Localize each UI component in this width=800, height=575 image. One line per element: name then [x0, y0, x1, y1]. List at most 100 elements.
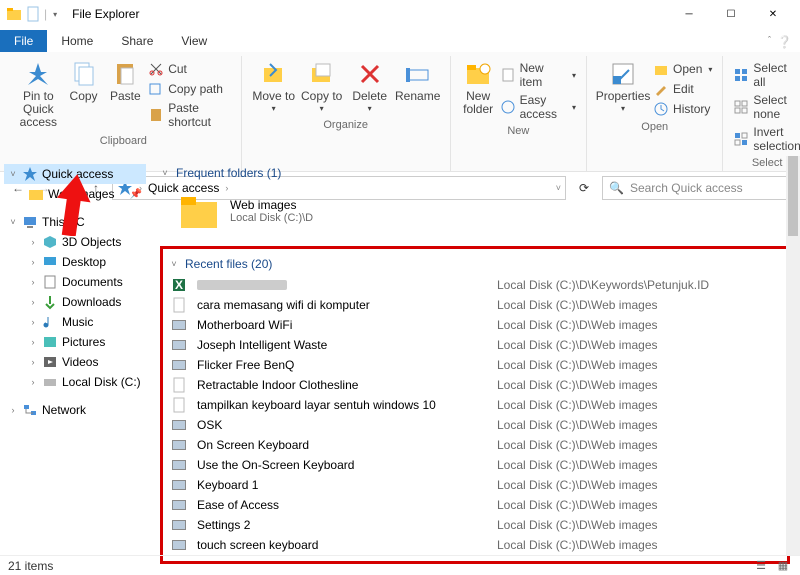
chevron-right-icon: ›: [28, 297, 38, 307]
sidebar-documents[interactable]: ›Documents: [4, 272, 146, 292]
recent-file-row[interactable]: Use the On-Screen KeyboardLocal Disk (C:…: [169, 455, 781, 475]
close-button[interactable]: ✕: [752, 0, 794, 28]
file-name: Ease of Access: [197, 498, 487, 512]
recent-file-row[interactable]: cara memasang wifi di komputerLocal Disk…: [169, 295, 781, 315]
help-icon[interactable]: ❔: [777, 35, 792, 49]
group-organize: Move to▾ Copy to▾ Delete▾ Rename Organiz…: [242, 56, 451, 171]
copy-path-icon: [148, 81, 164, 97]
properties-button[interactable]: Properties▾: [595, 58, 651, 116]
sidebar-pictures[interactable]: ›Pictures: [4, 332, 146, 352]
file-path: Local Disk (C:)\D\Web images: [497, 318, 658, 332]
downloads-icon: [42, 294, 58, 310]
new-folder-button[interactable]: New folder: [459, 58, 498, 118]
file-icon: [171, 517, 187, 533]
delete-button[interactable]: Delete▾: [346, 58, 394, 116]
details-view-button[interactable]: ☰: [752, 558, 770, 574]
network-icon: [22, 402, 38, 418]
recent-files-highlight: ˅ Recent files (20) XLocal Disk (C:)\D\K…: [160, 246, 790, 564]
easy-access-button[interactable]: Easy access▾: [498, 92, 578, 122]
paste-button[interactable]: Paste: [104, 58, 146, 105]
open-button[interactable]: Open▾: [651, 60, 714, 78]
item-count: 21 items: [8, 559, 53, 573]
sidebar-desktop[interactable]: ›Desktop: [4, 252, 146, 272]
doc-icon[interactable]: [25, 6, 41, 22]
pin-icon: 📌: [130, 189, 142, 200]
recent-file-row[interactable]: Motherboard WiFi Local Disk (C:)\D\Web im…: [169, 315, 781, 335]
recent-file-row[interactable]: touch screen keyboardLocal Disk (C:)\D\W…: [169, 535, 781, 555]
sidebar-videos[interactable]: ›Videos: [4, 352, 146, 372]
file-name: cara memasang wifi di komputer: [197, 298, 487, 312]
copy-button[interactable]: Copy: [63, 58, 105, 105]
tab-home[interactable]: Home: [47, 30, 107, 52]
sidebar-this-pc[interactable]: ˅This PC: [4, 212, 146, 232]
select-all-button[interactable]: Select all: [731, 60, 800, 90]
select-none-button[interactable]: Select none: [731, 92, 800, 122]
move-to-button[interactable]: Move to▾: [250, 58, 298, 116]
group-clipboard: Pin to Quick access Copy Paste Cut Copy …: [6, 56, 242, 171]
icons-view-button[interactable]: ▦: [774, 558, 792, 574]
chevron-down-icon: ˅: [8, 169, 18, 179]
delete-icon: [356, 60, 384, 88]
sidebar-network[interactable]: ›Network: [4, 400, 146, 420]
scrollbar[interactable]: [786, 156, 800, 555]
tab-share[interactable]: Share: [107, 30, 167, 52]
paste-icon: [111, 60, 139, 88]
frequent-folder-item[interactable]: Web images Local Disk (C:)\D: [160, 188, 790, 246]
recent-file-row[interactable]: Ease of AccessLocal Disk (C:)\D\Web imag…: [169, 495, 781, 515]
file-icon: [171, 377, 187, 393]
sidebar-quick-access[interactable]: ˅Quick access: [4, 164, 146, 184]
file-path: Local Disk (C:)\D\Web images: [497, 398, 658, 412]
folder-icon: [28, 186, 44, 202]
file-name: Motherboard WiFi: [197, 318, 487, 332]
edit-icon: [653, 81, 669, 97]
minimize-button[interactable]: ─: [668, 0, 710, 28]
recent-file-row[interactable]: On Screen KeyboardLocal Disk (C:)\D\Web …: [169, 435, 781, 455]
folder-path: Local Disk (C:)\D: [230, 212, 313, 224]
sidebar-downloads[interactable]: ›Downloads: [4, 292, 146, 312]
recent-file-row[interactable]: XLocal Disk (C:)\D\Keywords\Petunjuk.ID: [169, 275, 781, 295]
file-path: Local Disk (C:)\D\Web images: [497, 518, 658, 532]
recent-file-row[interactable]: OSKLocal Disk (C:)\D\Web images: [169, 415, 781, 435]
new-item-button[interactable]: New item▾: [498, 60, 578, 90]
copy-to-icon: [308, 60, 336, 88]
recent-file-row[interactable]: Joseph Intelligent WasteLocal Disk (C:)\…: [169, 335, 781, 355]
copy-path-button[interactable]: Copy path: [146, 80, 232, 98]
statusbar: 21 items ☰ ▦: [0, 555, 800, 575]
edit-button[interactable]: Edit: [651, 80, 714, 98]
titlebar: | ▾ File Explorer ─ ☐ ✕: [0, 0, 800, 28]
cut-icon: [148, 61, 164, 77]
app-icon: [6, 6, 22, 22]
sidebar-music[interactable]: ›Music: [4, 312, 146, 332]
properties-icon: [609, 60, 637, 88]
sidebar: ˅Quick access Web images📌 ˅This PC ›3D O…: [0, 156, 150, 555]
rename-button[interactable]: Rename: [394, 58, 442, 105]
pin-quick-access-button[interactable]: Pin to Quick access: [14, 58, 63, 132]
invert-selection-button[interactable]: Invert selection: [731, 124, 800, 154]
tab-view[interactable]: View: [167, 30, 221, 52]
sidebar-3d-objects[interactable]: ›3D Objects: [4, 232, 146, 252]
frequent-folders-header[interactable]: ˅ Frequent folders (1): [160, 164, 790, 188]
music-icon: [42, 314, 58, 330]
recent-file-row[interactable]: Flicker Free BenQLocal Disk (C:)\D\Web i…: [169, 355, 781, 375]
recent-file-row[interactable]: Settings 2Local Disk (C:)\D\Web images: [169, 515, 781, 535]
chevron-down-icon[interactable]: ▾: [47, 6, 63, 22]
paste-shortcut-button[interactable]: Paste shortcut: [146, 100, 232, 130]
maximize-button[interactable]: ☐: [710, 0, 752, 28]
sidebar-web-images[interactable]: Web images📌: [4, 184, 146, 204]
recent-file-row[interactable]: Keyboard 1Local Disk (C:)\D\Web images: [169, 475, 781, 495]
recent-files-header[interactable]: ˅ Recent files (20): [169, 255, 781, 275]
file-icon: [171, 357, 187, 373]
disk-icon: [42, 374, 58, 390]
ribbon-expand[interactable]: ˆ ❔: [760, 32, 800, 52]
copy-to-button[interactable]: Copy to▾: [298, 58, 346, 116]
cut-button[interactable]: Cut: [146, 60, 232, 78]
recent-file-row[interactable]: Retractable Indoor ClotheslineLocal Disk…: [169, 375, 781, 395]
history-button[interactable]: History: [651, 100, 714, 118]
sidebar-local-disk[interactable]: ›Local Disk (C:): [4, 372, 146, 392]
file-name: Joseph Intelligent Waste: [197, 338, 487, 352]
file-path: Local Disk (C:)\D\Web images: [497, 478, 658, 492]
tab-file[interactable]: File: [0, 30, 47, 52]
scrollbar-thumb[interactable]: [788, 156, 798, 236]
file-name: Use the On-Screen Keyboard: [197, 458, 487, 472]
recent-file-row[interactable]: tampilkan keyboard layar sentuh windows …: [169, 395, 781, 415]
